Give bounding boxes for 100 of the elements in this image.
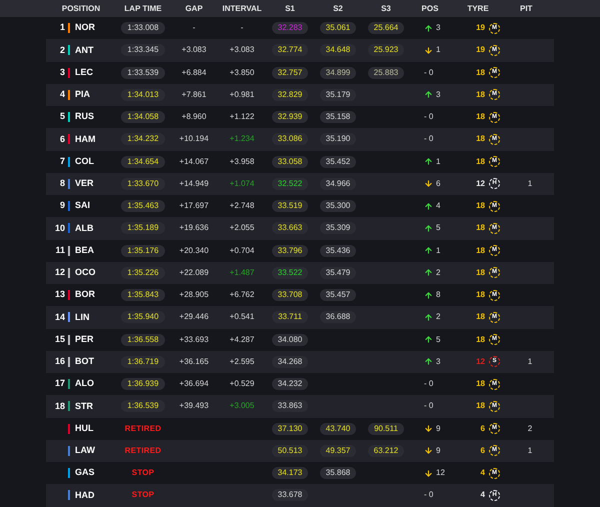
- lap-time: 1:33.008: [121, 22, 165, 34]
- tyre-laps: 18: [476, 266, 485, 279]
- tyre-laps: 18: [476, 66, 485, 79]
- driver-code: BOT: [74, 355, 95, 368]
- arrow-up-icon: [424, 202, 433, 211]
- arrow-up-icon: [424, 246, 433, 256]
- position-number: 8: [58, 177, 66, 190]
- tyre-laps: 18: [476, 88, 485, 101]
- position-change: 6: [436, 178, 440, 190]
- arrow-up-icon: [424, 335, 433, 344]
- position-number: 11: [54, 244, 66, 257]
- position-change: 3: [436, 356, 440, 368]
- lap-time: 1:35.463: [121, 200, 165, 212]
- status-label: RETIRED: [124, 444, 162, 457]
- lap-time: 1:36.558: [121, 334, 165, 346]
- arrow-down-icon: [424, 468, 433, 478]
- sector-time: 63.212: [368, 444, 404, 457]
- sector-time: 33.058: [272, 156, 308, 168]
- gap-value: +14.949: [178, 178, 210, 190]
- tyre-laps: 18: [476, 200, 485, 212]
- sector-time: 33.086: [272, 133, 308, 146]
- driver-code: OCO: [74, 266, 97, 280]
- position-change: 4: [436, 200, 440, 212]
- sector-time: 32.939: [272, 111, 308, 124]
- column-header: S1: [284, 2, 296, 14]
- sector-time: 33.863: [272, 400, 308, 412]
- column-header: LAP TIME: [123, 2, 163, 14]
- sector-time: 49.357: [320, 444, 356, 457]
- gap-value: +7.861: [180, 88, 208, 101]
- driver-code: COL: [74, 154, 95, 168]
- position-change: 1: [436, 156, 440, 168]
- interval-value: +1.234: [228, 133, 256, 146]
- position-change: 8: [436, 289, 440, 302]
- driver-code: LAW: [74, 444, 96, 458]
- sector-time: 35.300: [320, 200, 356, 212]
- gap-value: -: [192, 22, 196, 34]
- driver-code: GAS: [74, 466, 96, 480]
- lap-time: 1:35.226: [121, 266, 165, 279]
- arrow-down-icon: [424, 46, 433, 55]
- tyre-laps: 18: [476, 133, 485, 146]
- interval-value: +0.981: [228, 88, 256, 101]
- interval-value: -: [240, 22, 244, 34]
- arrow-down-icon: [424, 179, 433, 188]
- driver-code: PER: [74, 332, 95, 346]
- pit-count: 1: [526, 356, 534, 368]
- interval-value: +1.122: [228, 111, 256, 124]
- sector-time: 32.283: [272, 22, 308, 34]
- lap-time: 1:36.539: [121, 400, 165, 412]
- interval-value: +1.487: [228, 266, 256, 279]
- position-number: 17: [54, 377, 66, 390]
- sector-time: 50.513: [272, 444, 308, 457]
- interval-value: +0.704: [228, 244, 256, 257]
- driver-code: LIN: [74, 310, 90, 324]
- sector-time: 33.663: [272, 222, 308, 234]
- gap-value: +36.694: [178, 378, 210, 390]
- driver-code: PIA: [74, 88, 92, 102]
- gap-value: +29.446: [178, 311, 210, 324]
- pit-count: 1: [526, 178, 534, 190]
- status-label: RETIRED: [124, 422, 162, 435]
- interval-value: +3.083: [228, 44, 256, 56]
- position-change: 9: [436, 444, 440, 457]
- lap-time: 1:35.176: [121, 244, 165, 257]
- position-change: - 0: [424, 489, 434, 502]
- interval-value: +3.850: [228, 66, 256, 79]
- arrow-up-icon: [424, 290, 433, 300]
- gap-value: +28.905: [178, 289, 210, 302]
- arrow-up-icon: [424, 24, 433, 33]
- position-change: - 0: [424, 133, 434, 146]
- tyre-laps: 19: [476, 22, 485, 34]
- tyre-laps: 18: [476, 289, 485, 302]
- interval-value: +4.287: [228, 334, 256, 346]
- gap-value: +19.636: [178, 222, 210, 234]
- interval-value: +1.074: [228, 178, 256, 190]
- tyre-laps: 18: [476, 311, 485, 324]
- sector-time: 34.648: [320, 44, 356, 56]
- sector-time: 33.708: [272, 289, 308, 302]
- driver-code: SAI: [74, 199, 92, 212]
- driver-code: HAM: [74, 132, 96, 146]
- sector-time: 34.268: [272, 356, 308, 368]
- tyre-laps: 18: [476, 244, 485, 257]
- tyre-laps: 18: [476, 378, 485, 390]
- tyre-laps: 12: [476, 178, 485, 190]
- gap-value: +6.884: [180, 66, 208, 79]
- gap-value: +20.340: [178, 244, 210, 257]
- driver-code: LEC: [74, 66, 94, 79]
- sector-time: 35.457: [320, 289, 356, 302]
- status-label: STOP: [132, 467, 154, 480]
- sector-time: 35.190: [320, 133, 356, 146]
- lap-time: 1:35.189: [121, 222, 165, 234]
- tyre-laps: 4: [480, 489, 485, 502]
- interval-value: +3.958: [228, 156, 256, 168]
- sector-time: 35.479: [320, 266, 356, 279]
- driver-code: NOR: [74, 21, 96, 34]
- sector-time: 35.309: [320, 222, 356, 234]
- pit-count: 2: [526, 422, 534, 435]
- gap-value: +17.697: [178, 200, 210, 212]
- arrow-down-icon: [424, 424, 433, 434]
- position-change: - 0: [424, 66, 434, 79]
- driver-code: ALB: [74, 222, 94, 235]
- position-number: 4: [58, 88, 66, 102]
